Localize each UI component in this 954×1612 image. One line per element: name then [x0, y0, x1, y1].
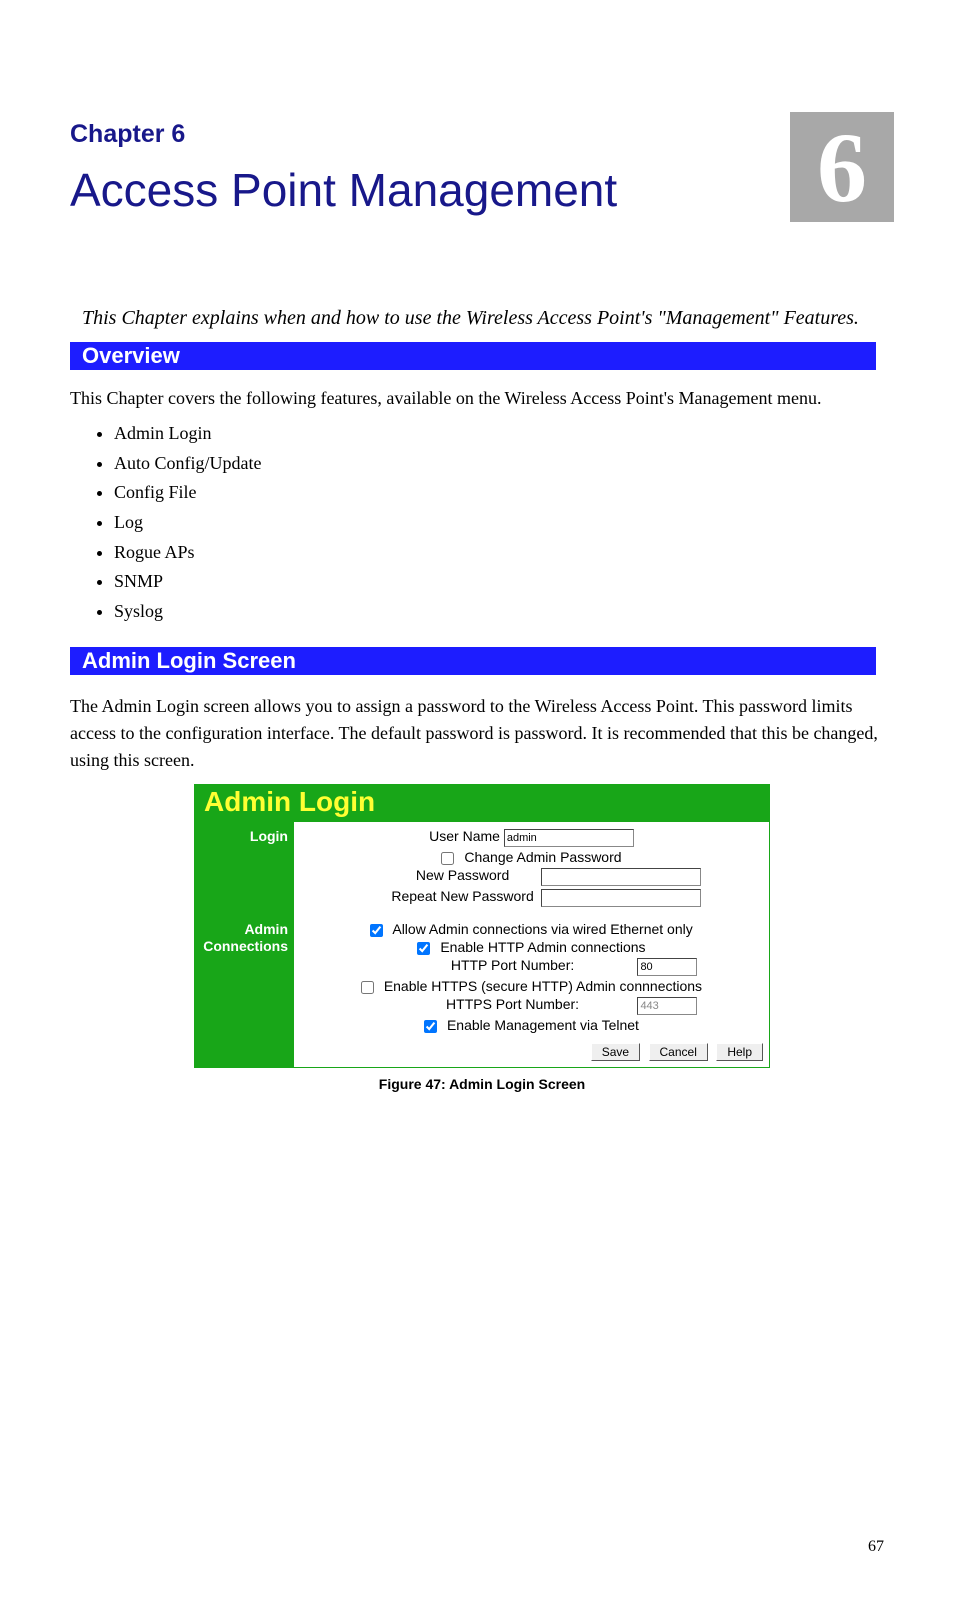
chapter-number-badge: 6 — [790, 112, 894, 222]
list-item: Admin Login — [114, 419, 894, 449]
https-enable-label: Enable HTTPS (secure HTTP) Admin connnec… — [384, 978, 702, 994]
chapter-label: Chapter 6 — [70, 120, 894, 149]
form-title: Admin Login — [194, 784, 770, 822]
list-item: Syslog — [114, 597, 894, 627]
new-password-row: New Password — [302, 867, 761, 886]
overview-bullets: Admin Login Auto Config/Update Config Fi… — [114, 419, 894, 627]
list-item: Log — [114, 508, 894, 538]
change-password-row: Change Admin Password — [302, 849, 761, 865]
list-item: Config File — [114, 478, 894, 508]
page-number: 67 — [868, 1538, 884, 1556]
repeat-password-input[interactable] — [541, 889, 701, 907]
section-title-overview: Overview — [70, 342, 876, 370]
list-item: SNMP — [114, 567, 894, 597]
section-bar-overview: Overview — [70, 342, 876, 370]
list-item: Auto Config/Update — [114, 449, 894, 479]
http-enable-label: Enable HTTP Admin connections — [440, 939, 645, 955]
wired-only-checkbox[interactable] — [370, 924, 383, 937]
username-input[interactable] — [504, 829, 634, 847]
https-port-row: HTTPS Port Number: — [302, 996, 761, 1015]
repeat-password-label: Repeat New Password — [388, 888, 538, 904]
wired-only-row: Allow Admin connections via wired Ethern… — [302, 921, 761, 937]
section-title-admin-login: Admin Login Screen — [70, 647, 876, 675]
http-port-label: HTTP Port Number: — [392, 957, 634, 973]
intro-description: This Chapter explains when and how to us… — [82, 307, 894, 330]
username-label: User Name — [429, 828, 500, 844]
figure-admin-login: Admin Login Login User Name Change Admin… — [70, 784, 894, 1092]
chapter-heading: Chapter 6 Access Point Management 6 — [70, 120, 894, 217]
login-section-label: Login — [194, 822, 294, 915]
figure-caption: Figure 47: Admin Login Screen — [70, 1076, 894, 1092]
http-port-row: HTTP Port Number: — [302, 957, 761, 976]
http-enable-checkbox[interactable] — [417, 942, 430, 955]
chapter-title: Access Point Management — [70, 163, 894, 217]
wired-only-label: Allow Admin connections via wired Ethern… — [392, 921, 692, 937]
https-port-label: HTTPS Port Number: — [392, 996, 634, 1012]
help-button[interactable]: Help — [716, 1043, 763, 1061]
button-row: Save Cancel Help — [294, 1041, 770, 1068]
https-enable-row: Enable HTTPS (secure HTTP) Admin connnec… — [302, 978, 761, 994]
http-port-input[interactable] — [637, 958, 697, 976]
cancel-button[interactable]: Cancel — [649, 1043, 708, 1061]
telnet-enable-row: Enable Management via Telnet — [302, 1017, 761, 1033]
section-bar-admin-login: Admin Login Screen — [70, 647, 876, 675]
telnet-enable-label: Enable Management via Telnet — [447, 1017, 639, 1033]
admin-connections-section-label: Admin Connections — [194, 915, 294, 1041]
list-item: Rogue APs — [114, 538, 894, 568]
telnet-enable-checkbox[interactable] — [424, 1020, 437, 1033]
new-password-input[interactable] — [541, 868, 701, 886]
overview-text: This Chapter covers the following featur… — [70, 388, 894, 409]
username-row: User Name — [302, 828, 761, 847]
http-enable-row: Enable HTTP Admin connections — [302, 939, 761, 955]
https-enable-checkbox[interactable] — [361, 981, 374, 994]
save-button[interactable]: Save — [591, 1043, 640, 1061]
admin-login-description: The Admin Login screen allows you to ass… — [70, 693, 894, 774]
https-port-input[interactable] — [637, 997, 697, 1015]
change-password-label: Change Admin Password — [464, 849, 621, 865]
new-password-label: New Password — [388, 867, 538, 883]
repeat-password-row: Repeat New Password — [302, 888, 761, 907]
change-password-checkbox[interactable] — [441, 852, 454, 865]
